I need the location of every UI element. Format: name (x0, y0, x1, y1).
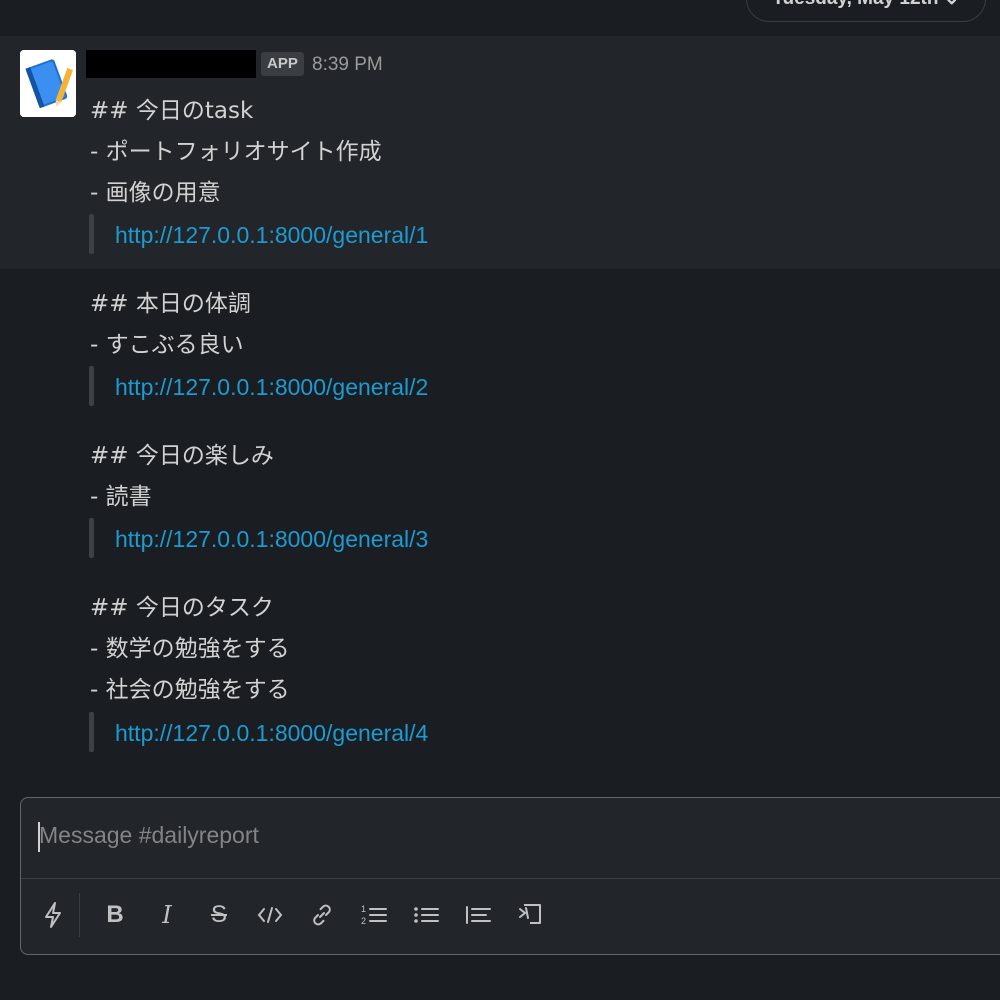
block-3-item: - 読書 (90, 484, 152, 510)
code-block-icon[interactable] (512, 897, 548, 933)
svg-text:2: 2 (361, 916, 366, 926)
message-timestamp[interactable]: 8:39 PM (312, 54, 383, 76)
code-icon[interactable] (252, 897, 288, 933)
formatting-toolbar: B I S 12 (21, 879, 1000, 955)
quote-bar (89, 712, 94, 752)
block-4-item: - 社会の勉強をする (90, 677, 290, 703)
quote-bar (89, 366, 94, 406)
link-general-2[interactable]: http://127.0.0.1:8000/general/2 (115, 374, 428, 401)
message-composer[interactable]: Message #dailyreport B I S 12 (20, 797, 1000, 955)
block-1-item: - ポートフォリオサイト作成 (90, 139, 382, 165)
italic-icon[interactable]: I (149, 897, 185, 933)
ordered-list-icon[interactable]: 12 (356, 897, 392, 933)
avatar[interactable] (20, 50, 76, 117)
date-divider-button[interactable]: Tuesday, May 12th ⌄ (746, 0, 986, 22)
block-1-item: - 画像の用意 (90, 180, 221, 206)
block-1-heading: ## 今日のtask (90, 98, 254, 124)
link-general-1[interactable]: http://127.0.0.1:8000/general/1 (115, 222, 428, 249)
redacted-sender-name (86, 50, 256, 78)
link-icon[interactable] (304, 897, 340, 933)
block-3-heading: ## 今日の楽しみ (90, 443, 274, 469)
quote-bar (89, 214, 94, 254)
shortcuts-lightning-icon[interactable] (35, 897, 71, 933)
block-2-heading: ## 本日の体調 (90, 291, 251, 317)
message-input[interactable]: Message #dailyreport (39, 822, 259, 849)
notebook-icon (20, 50, 76, 117)
chevron-down-icon: ⌄ (944, 0, 960, 9)
bulleted-list-icon[interactable] (408, 897, 444, 933)
app-badge: APP (261, 52, 304, 76)
toolbar-separator (79, 893, 80, 937)
quote-bar (89, 518, 94, 558)
date-label: Tuesday, May 12th (772, 0, 938, 9)
strikethrough-icon[interactable]: S (201, 897, 237, 933)
blockquote-icon[interactable] (460, 897, 496, 933)
block-2-item: - すこぶる良い (90, 332, 244, 358)
link-general-4[interactable]: http://127.0.0.1:8000/general/4 (115, 720, 428, 747)
bold-icon[interactable]: B (97, 897, 133, 933)
block-4-item: - 数学の勉強をする (90, 636, 290, 662)
block-4-heading: ## 今日のタスク (90, 595, 274, 621)
link-general-3[interactable]: http://127.0.0.1:8000/general/3 (115, 526, 428, 553)
svg-text:1: 1 (361, 904, 366, 914)
